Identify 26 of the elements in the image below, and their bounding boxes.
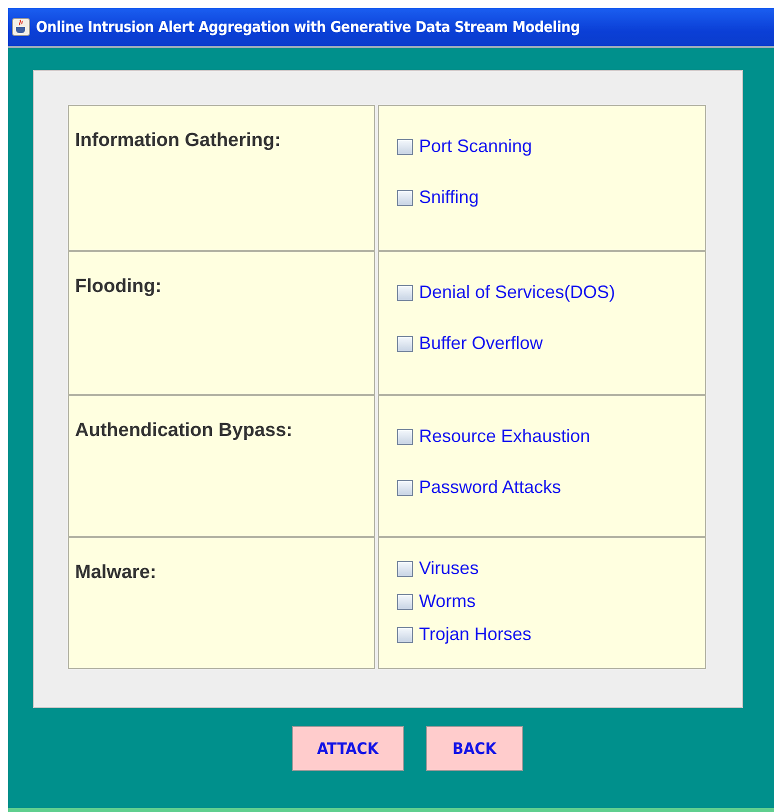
checkbox[interactable] [397,138,413,154]
coffee-cup-icon [12,18,30,36]
category-label: Flooding: [75,276,162,297]
checkbox-label: Password Attacks [419,477,562,498]
checkbox-label: Port Scanning [419,136,532,157]
checkbox[interactable] [397,284,413,300]
category-label: Information Gathering: [75,130,281,151]
checkbox-label: Resource Exhaustion [419,426,590,447]
checkbox[interactable] [397,428,413,444]
checkbox-label: Viruses [419,558,479,579]
checkbox-label: Trojan Horses [419,624,532,645]
window-title: Online Intrusion Alert Aggregation with Generative Data Stream Modeling [36,18,580,36]
checkbox[interactable] [397,560,413,576]
back-button[interactable]: BACK [426,726,524,771]
checkbox[interactable] [397,594,413,610]
checkbox[interactable] [397,190,413,206]
category-label: Malware: [75,562,156,583]
checkbox[interactable] [397,626,413,642]
checkbox-label: Sniffing [419,187,479,208]
checkbox[interactable] [397,336,413,352]
checkbox-label: Denial of Services(DOS) [419,282,616,303]
checkbox-label: Worms [419,591,476,612]
category-label: Authendication Bypass: [75,420,292,441]
checkbox-label: Buffer Overflow [419,333,543,354]
attack-button[interactable]: ATTACK [292,726,404,771]
checkbox[interactable] [397,480,413,496]
